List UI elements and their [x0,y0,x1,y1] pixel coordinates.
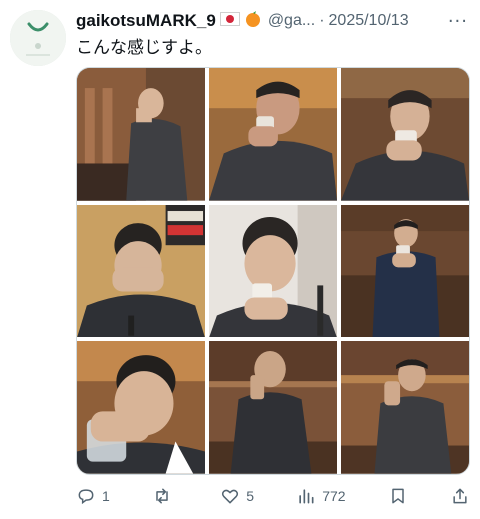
tangerine-icon [244,10,262,33]
media-photo-1[interactable] [77,68,205,201]
retweet-button[interactable] [152,486,178,506]
like-button[interactable]: 5 [220,486,254,506]
media-photo-7[interactable] [77,341,205,474]
post-header: gaikotsuMARK_9 @ga... · 2025/10/13 ··· [76,9,470,33]
tweet-text: こんな感じすよ。 [76,38,212,58]
reply-count: 1 [102,488,110,504]
views-button[interactable]: 772 [296,486,346,506]
view-count: 772 [322,488,346,504]
display-name[interactable]: gaikotsuMARK_9 [76,11,216,31]
media-photo-2[interactable] [209,68,337,201]
media-photo-9[interactable] [341,341,469,474]
action-bar: 1 5 772 [76,482,470,510]
like-count: 5 [246,488,254,504]
share-button[interactable] [450,486,470,506]
media-photo-6[interactable] [341,204,469,338]
more-horizontal-icon[interactable]: ··· [446,11,470,32]
retweet-icon [156,488,168,504]
separator-dot: · [319,12,325,29]
media-photo-8[interactable] [209,341,337,474]
views-icon [299,489,314,504]
reply-button[interactable]: 1 [76,486,110,506]
avatar[interactable] [10,10,66,66]
like-icon [222,489,239,504]
media-photo-5[interactable] [209,204,337,338]
media-photo-4[interactable] [77,204,205,338]
share-icon [453,488,467,504]
user-handle[interactable]: @ga... [268,12,315,30]
media-photo-3[interactable] [341,68,469,201]
japan-flag-icon [219,11,240,31]
post-date[interactable]: 2025/10/13 [329,12,409,30]
bookmark-icon [392,488,404,504]
media-grid[interactable] [76,67,470,475]
reply-icon [78,489,94,505]
bookmark-button[interactable] [388,486,408,506]
